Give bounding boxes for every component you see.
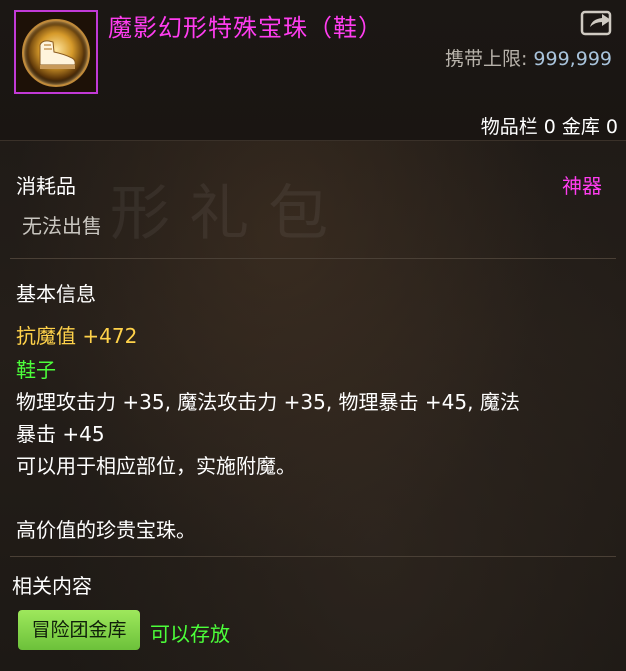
bonus-line: 暴击 +45: [16, 422, 105, 446]
shoe-orb-icon: [14, 10, 98, 94]
item-type: 消耗品: [16, 174, 76, 198]
item-description: 物理攻击力 +35, 魔法攻击力 +35, 物理暴击 +45, 魔法 暴击 +4…: [16, 386, 596, 546]
item-name: 魔影幻形特殊宝珠（鞋）: [108, 14, 383, 42]
item-tooltip: 形 礼 包 魔影幻形特殊宝珠（鞋） 携带上限: 999,999 物品栏 0 金库…: [0, 0, 626, 671]
sell-status: 无法出售: [22, 214, 102, 238]
background-watermark: 形 礼 包: [110, 179, 329, 249]
divider: [10, 258, 616, 259]
inventory-count: 物品栏 0 金库 0: [480, 116, 618, 138]
bonus-line: 物理攻击力 +35, 魔法攻击力 +35, 物理暴击 +45, 魔法: [16, 390, 520, 414]
carry-limit: 携带上限: 999,999: [445, 44, 612, 71]
storable-status: 可以存放: [150, 622, 230, 646]
carry-limit-label: 携带上限:: [444, 48, 534, 70]
adventure-bank-button[interactable]: 冒险团金库: [18, 610, 140, 650]
tooltip-header: 魔影幻形特殊宝珠（鞋） 携带上限: 999,999 物品栏 0 金库 0: [0, 0, 626, 141]
equip-slot: 鞋子: [16, 358, 56, 382]
share-icon[interactable]: [580, 8, 614, 36]
usage-text: 可以用于相应部位，实施附魔。: [16, 454, 296, 478]
magic-resist-stat: 抗魔值 +472: [16, 324, 138, 348]
divider: [10, 556, 616, 557]
carry-limit-value: 999,999: [533, 48, 612, 70]
flavor-text: 高价值的珍贵宝珠。: [16, 518, 196, 542]
related-title: 相关内容: [12, 574, 92, 598]
basic-info-title: 基本信息: [16, 282, 96, 306]
item-grade: 神器: [562, 174, 602, 198]
